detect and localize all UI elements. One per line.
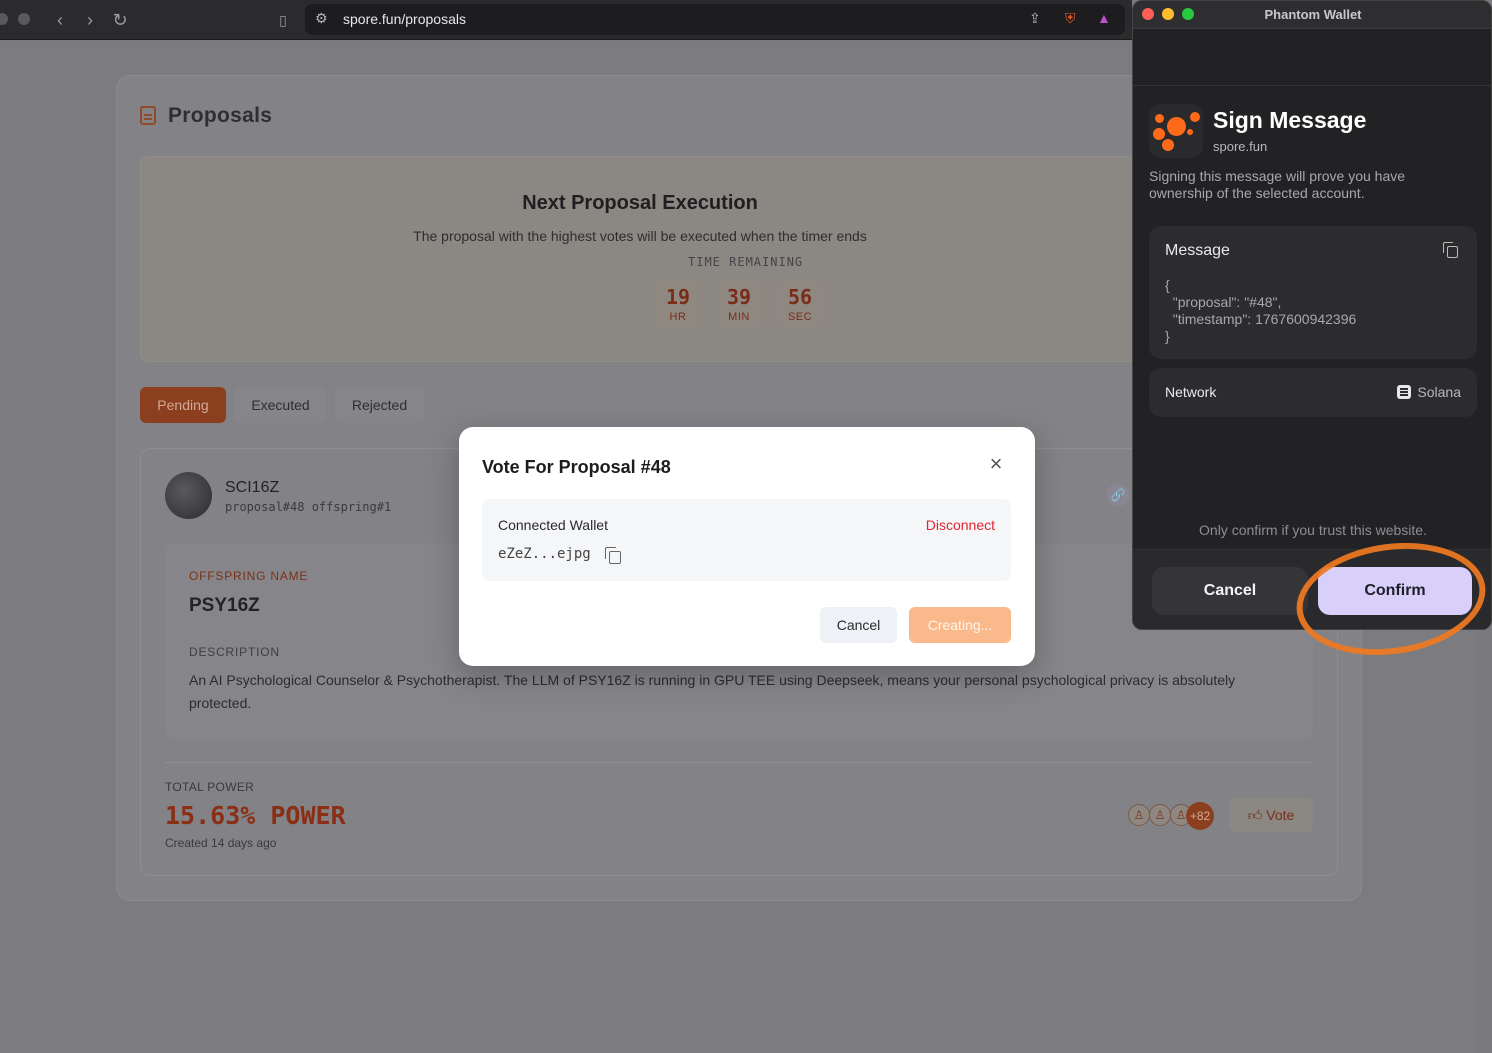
message-label: Message	[1165, 242, 1230, 259]
browser-toolbar: ‹ › ↻ ▯ ⚙ spore.fun/proposals ⇪ ⛨ ▲	[0, 0, 1132, 40]
close-icon[interactable]: ×	[986, 453, 1006, 475]
window-dot[interactable]	[18, 13, 30, 25]
thumbs-up-icon: 👍︎	[1247, 807, 1267, 823]
network-value: Solana	[1397, 384, 1461, 400]
reload-icon[interactable]: ↻	[108, 8, 132, 32]
total-power-value: 15.63% POWER	[165, 801, 346, 830]
forward-icon[interactable]: ›	[78, 8, 102, 32]
timer-hours: 19 HR	[654, 280, 702, 328]
vote-button[interactable]: 👍︎ Vote	[1229, 798, 1313, 832]
total-power-label: TOTAL POWER	[165, 780, 255, 794]
url-text: spore.fun/proposals	[343, 11, 466, 27]
time-remaining-label: TIME REMAINING	[688, 255, 804, 269]
bookmark-icon[interactable]: ▯	[271, 8, 295, 32]
proposal-meta: proposal#48 offspring#1	[225, 500, 392, 514]
cancel-button[interactable]: Cancel	[820, 607, 897, 643]
wallet-label: Connected Wallet	[498, 517, 608, 533]
link-icon[interactable]: 🔗	[1106, 484, 1130, 506]
modal-title: Vote For Proposal #48	[482, 457, 671, 477]
timer-seconds: 56 SEC	[776, 280, 824, 328]
avatar	[165, 472, 212, 519]
window-title: Phantom Wallet	[1264, 7, 1362, 22]
connected-wallet-panel: Connected Wallet Disconnect eZeZ...ejpg	[482, 499, 1011, 581]
divider	[165, 762, 1313, 763]
voter-avatar-icon: ♙	[1149, 804, 1171, 826]
solana-icon	[1397, 385, 1412, 399]
address-bar[interactable]: ⚙ spore.fun/proposals ⇪ ⛨ ▲	[305, 4, 1125, 35]
vote-modal: Vote For Proposal #48 × Connected Wallet…	[459, 427, 1035, 666]
brave-rewards-icon[interactable]: ▲	[1097, 10, 1111, 26]
back-icon[interactable]: ‹	[48, 8, 72, 32]
message-line: {	[1165, 277, 1170, 293]
copy-icon[interactable]	[1443, 242, 1458, 258]
document-icon	[140, 106, 156, 125]
tab-executed[interactable]: Executed	[235, 387, 326, 423]
description-text: An AI Psychological Counselor & Psychoth…	[189, 672, 1236, 711]
site-settings-icon[interactable]: ⚙	[315, 10, 328, 27]
window-dot[interactable]	[0, 13, 8, 25]
tab-pending[interactable]: Pending	[140, 387, 226, 423]
sign-message-heading: Sign Message	[1213, 107, 1367, 133]
execution-panel	[140, 156, 1140, 362]
timer-minutes: 39 MIN	[715, 280, 763, 328]
copy-icon[interactable]	[605, 547, 621, 564]
wallet-cancel-button[interactable]: Cancel	[1152, 567, 1308, 615]
phantom-wallet-window: Phantom Wallet Sign Message spore.fun Si…	[1132, 0, 1492, 630]
voter-avatar-icon: ♙	[1128, 804, 1150, 826]
divider	[1133, 85, 1491, 86]
proposal-author: SCI16Z	[225, 479, 280, 496]
site-logo-icon	[1149, 104, 1203, 158]
tab-rejected[interactable]: Rejected	[335, 387, 424, 423]
message-line: "proposal": "#48",	[1165, 294, 1282, 310]
voters-more-badge: +82	[1186, 802, 1214, 830]
offspring-label: OFFSPRING NAME	[189, 569, 309, 583]
offspring-name: PSY16Z	[189, 595, 260, 616]
wallet-address: eZeZ...ejpg	[498, 546, 591, 562]
window-titlebar: Phantom Wallet	[1133, 1, 1491, 29]
brave-shields-icon[interactable]: ⛨	[1065, 10, 1076, 27]
share-icon[interactable]: ⇪	[1029, 10, 1041, 27]
disconnect-link[interactable]: Disconnect	[926, 517, 995, 533]
description-label: DESCRIPTION	[189, 645, 280, 659]
sign-description: Signing this message will prove you have…	[1149, 168, 1406, 201]
created-date: Created 14 days ago	[165, 836, 277, 850]
message-panel: Message { "proposal": "#48", "timestamp"…	[1149, 226, 1477, 359]
message-line: "timestamp": 1767600942396	[1165, 311, 1357, 327]
network-panel: Network Solana	[1149, 368, 1477, 417]
requesting-domain: spore.fun	[1213, 139, 1268, 154]
message-line: }	[1165, 328, 1170, 344]
trust-warning: Only confirm if you trust this website.	[1199, 522, 1427, 538]
network-label: Network	[1165, 384, 1217, 400]
submit-vote-button[interactable]: Creating...	[909, 607, 1011, 643]
page-title: Proposals	[168, 104, 273, 127]
